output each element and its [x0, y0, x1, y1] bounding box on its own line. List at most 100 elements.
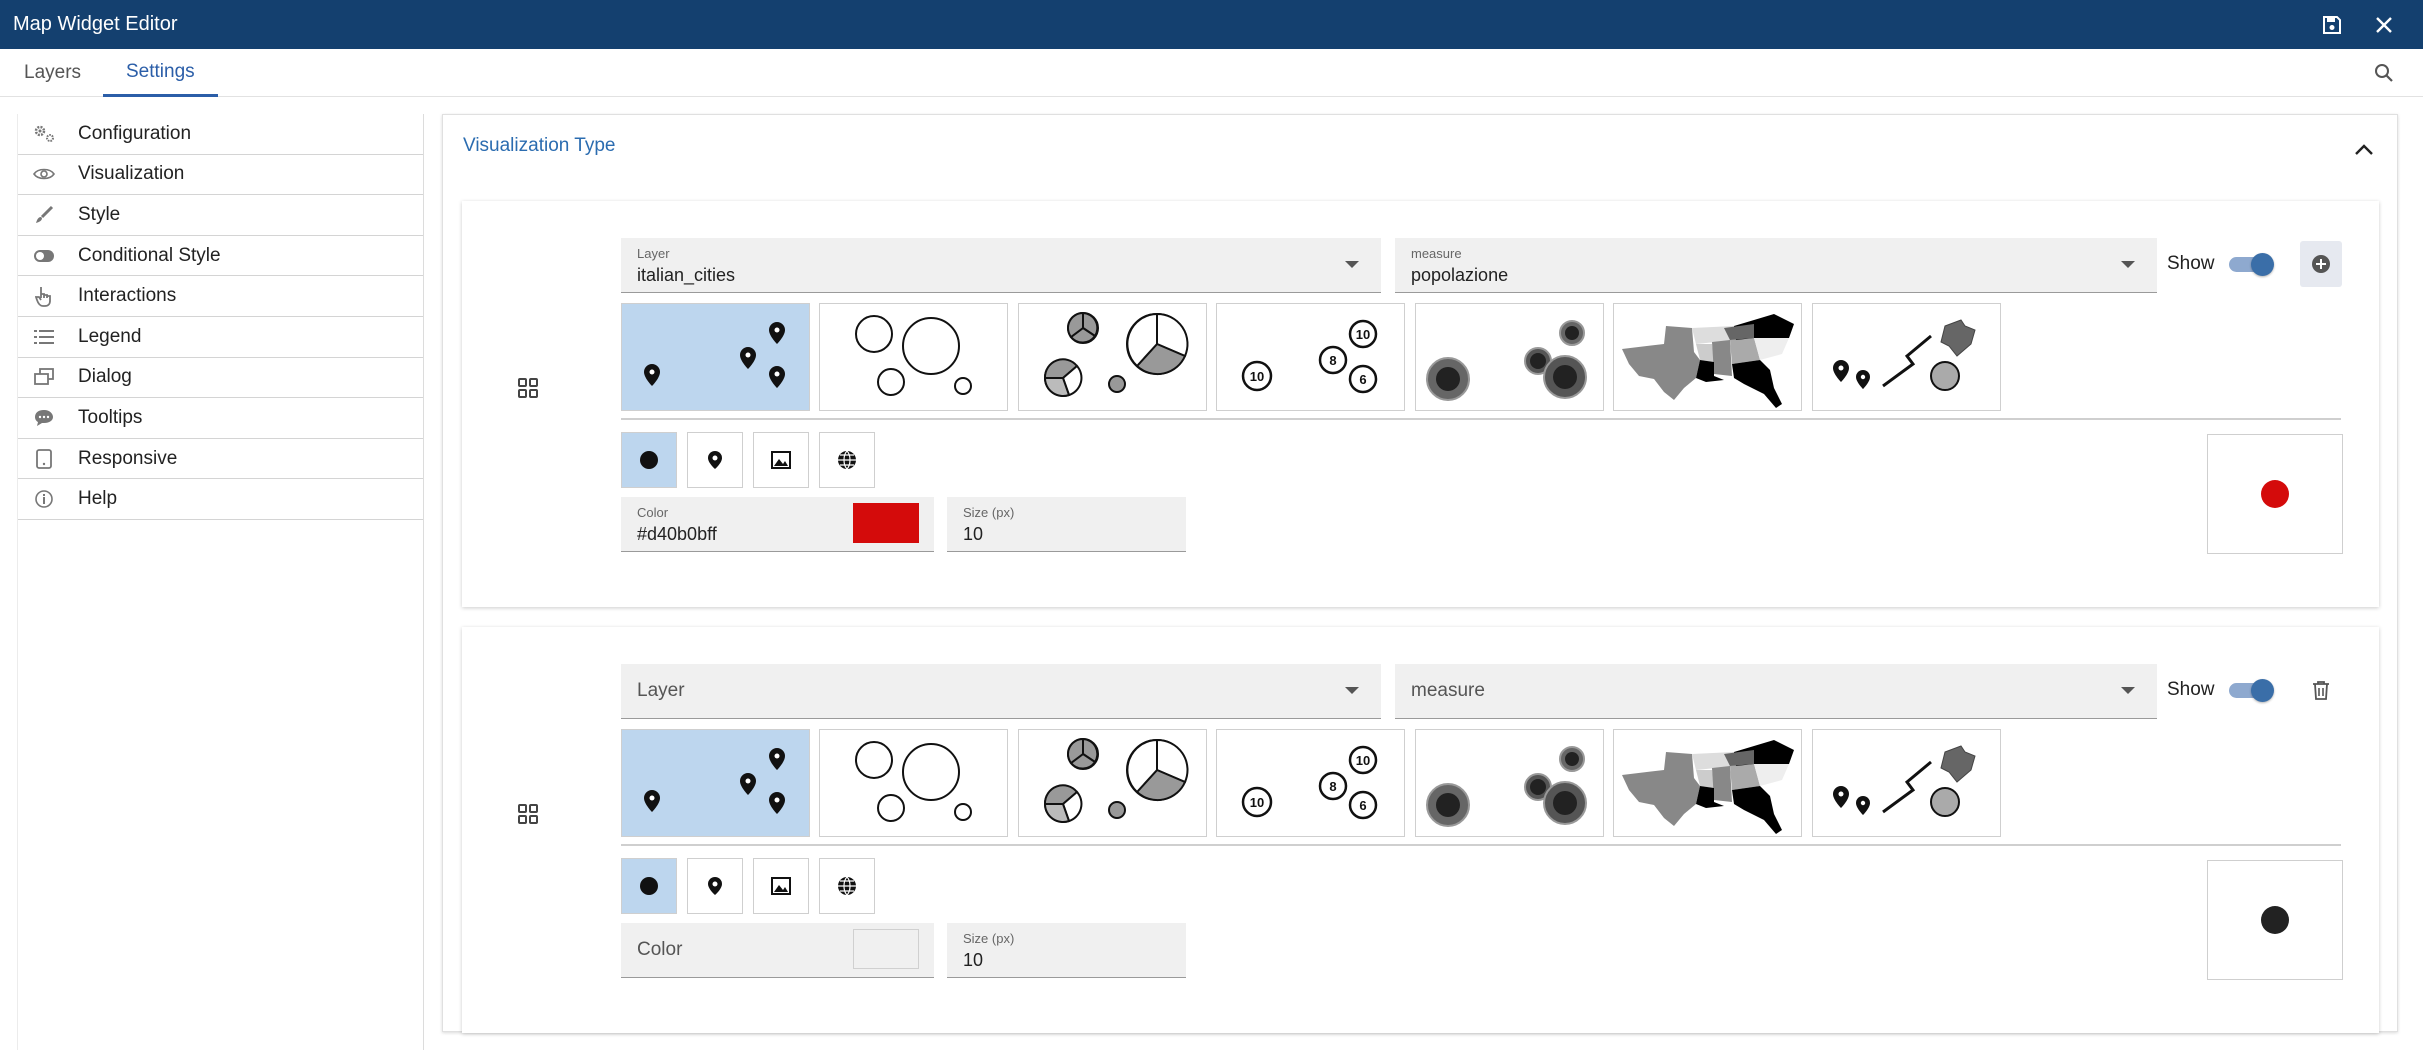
color-label: Color — [637, 505, 669, 520]
cluster-label: 6 — [1359, 798, 1366, 813]
divider — [621, 418, 2341, 420]
layer-label: Layer — [637, 246, 670, 261]
chevron-down-icon — [2121, 687, 2135, 694]
viz-type-choropleth[interactable] — [1613, 729, 1802, 837]
drag-handle-icon[interactable] — [517, 377, 543, 403]
sidebar-item-label: Tooltips — [78, 406, 143, 428]
viz-type-bubbles[interactable] — [819, 729, 1008, 837]
sidebar-item-visualization[interactable]: Visualization — [18, 155, 423, 196]
brush-icon — [32, 204, 56, 226]
sidebar-item-interactions[interactable]: Interactions — [18, 276, 423, 317]
layer-select[interactable]: Layer — [621, 664, 1381, 719]
measure-value: popolazione — [1411, 265, 1509, 285]
chevron-up-icon[interactable] — [2349, 135, 2379, 165]
close-icon[interactable] — [2369, 10, 2399, 40]
measure-select[interactable]: measure — [1395, 664, 2157, 719]
cluster-label: 8 — [1329, 353, 1336, 368]
measure-select[interactable]: measure popolazione — [1395, 238, 2157, 293]
visualization-card: Layer measure Show 10 8 10 6 Color Size … — [462, 627, 2379, 1033]
marker-preview — [2207, 860, 2343, 980]
sidebar-item-label: Responsive — [78, 447, 178, 469]
chevron-down-icon — [1345, 687, 1359, 694]
sidebar-item-label: Configuration — [78, 122, 192, 144]
pin-marker-icon[interactable] — [687, 432, 743, 488]
app-title: Map Widget Editor — [13, 13, 178, 35]
sidebar-item-legend[interactable]: Legend — [18, 317, 423, 358]
viz-type-heatmap[interactable] — [1415, 729, 1604, 837]
image-marker-icon[interactable] — [753, 432, 809, 488]
viz-type-geometries[interactable] — [1812, 303, 2001, 411]
show-toggle[interactable] — [2227, 679, 2275, 702]
sidebar-item-label: Legend — [78, 325, 142, 347]
size-field[interactable]: Size (px) 10 — [947, 497, 1186, 552]
color-field[interactable]: Color #d40b0bff — [621, 497, 934, 552]
sidebar-item-configuration[interactable]: Configuration — [18, 114, 423, 155]
chat-bubble-icon — [32, 407, 56, 429]
show-label: Show — [2167, 253, 2215, 274]
measure-label: measure — [1411, 246, 1462, 261]
tab-settings[interactable]: Settings — [103, 49, 218, 97]
tablet-icon — [32, 448, 56, 470]
delete-icon[interactable] — [2306, 675, 2336, 705]
size-label: Size (px) — [963, 505, 1015, 520]
web-icon-marker[interactable] — [819, 432, 875, 488]
list-icon — [32, 326, 56, 348]
section-title: Visualization Type — [463, 135, 616, 156]
web-icon-marker[interactable] — [819, 858, 875, 914]
viz-type-markers[interactable] — [621, 303, 810, 411]
add-circle-icon — [2312, 255, 2330, 273]
viz-type-clusters[interactable]: 10 8 10 6 — [1216, 303, 1405, 411]
show-toggle[interactable] — [2227, 253, 2275, 276]
sidebar-item-help[interactable]: Help — [18, 479, 423, 520]
size-field[interactable]: Size (px) 10 — [947, 923, 1186, 978]
viz-type-pie-charts[interactable] — [1018, 303, 1207, 411]
viz-type-pie-charts[interactable] — [1018, 729, 1207, 837]
viz-type-bubbles[interactable] — [819, 303, 1008, 411]
title-bar: Map Widget Editor — [0, 0, 2423, 49]
circle-marker-icon[interactable] — [621, 432, 677, 488]
viz-type-markers[interactable] — [621, 729, 810, 837]
cluster-label: 10 — [1250, 795, 1264, 810]
cluster-label: 10 — [1250, 369, 1264, 384]
drag-handle-icon[interactable] — [517, 803, 543, 829]
gears-icon — [32, 123, 56, 145]
sidebar-item-style[interactable]: Style — [18, 195, 423, 236]
cluster-label: 10 — [1356, 327, 1370, 342]
pin-marker-icon[interactable] — [687, 858, 743, 914]
dialog-icon — [32, 366, 56, 388]
color-swatch[interactable] — [853, 503, 919, 543]
image-marker-icon[interactable] — [753, 858, 809, 914]
sidebar-item-dialog[interactable]: Dialog — [18, 358, 423, 399]
divider — [621, 844, 2341, 846]
layer-value: italian_cities — [637, 265, 736, 285]
viz-type-clusters[interactable]: 10 8 10 6 — [1216, 729, 1405, 837]
layer-select[interactable]: Layer italian_cities — [621, 238, 1381, 293]
viz-type-choropleth[interactable] — [1613, 303, 1802, 411]
sidebar-item-label: Conditional Style — [78, 244, 221, 266]
sidebar-item-label: Dialog — [78, 366, 132, 388]
chevron-down-icon — [2121, 261, 2135, 268]
search-icon[interactable] — [2369, 58, 2399, 88]
viz-type-heatmap[interactable] — [1415, 303, 1604, 411]
viz-type-geometries[interactable] — [1812, 729, 2001, 837]
sidebar-item-responsive[interactable]: Responsive — [18, 439, 423, 480]
color-field[interactable]: Color — [621, 923, 934, 978]
sidebar: Configuration Visualization Style Condit… — [17, 114, 424, 1050]
sidebar-item-tooltips[interactable]: Tooltips — [18, 398, 423, 439]
size-value: 10 — [963, 524, 984, 544]
marker-preview — [2207, 434, 2343, 554]
cluster-label: 8 — [1329, 779, 1336, 794]
color-swatch[interactable] — [853, 929, 919, 969]
add-layer-button[interactable] — [2300, 241, 2342, 287]
tab-layers[interactable]: Layers — [24, 49, 81, 97]
toggle-icon — [32, 245, 56, 267]
visualization-panel: Visualization Type Layer italian_cities me… — [442, 114, 2398, 1033]
chevron-down-icon — [1345, 261, 1359, 268]
sidebar-item-conditional-style[interactable]: Conditional Style — [18, 236, 423, 277]
circle-marker-icon[interactable] — [621, 858, 677, 914]
sidebar-item-label: Style — [78, 203, 121, 225]
sidebar-item-label: Help — [78, 488, 118, 510]
save-icon[interactable] — [2317, 10, 2347, 40]
cluster-label: 10 — [1356, 753, 1370, 768]
pointer-hand-icon — [32, 285, 56, 308]
